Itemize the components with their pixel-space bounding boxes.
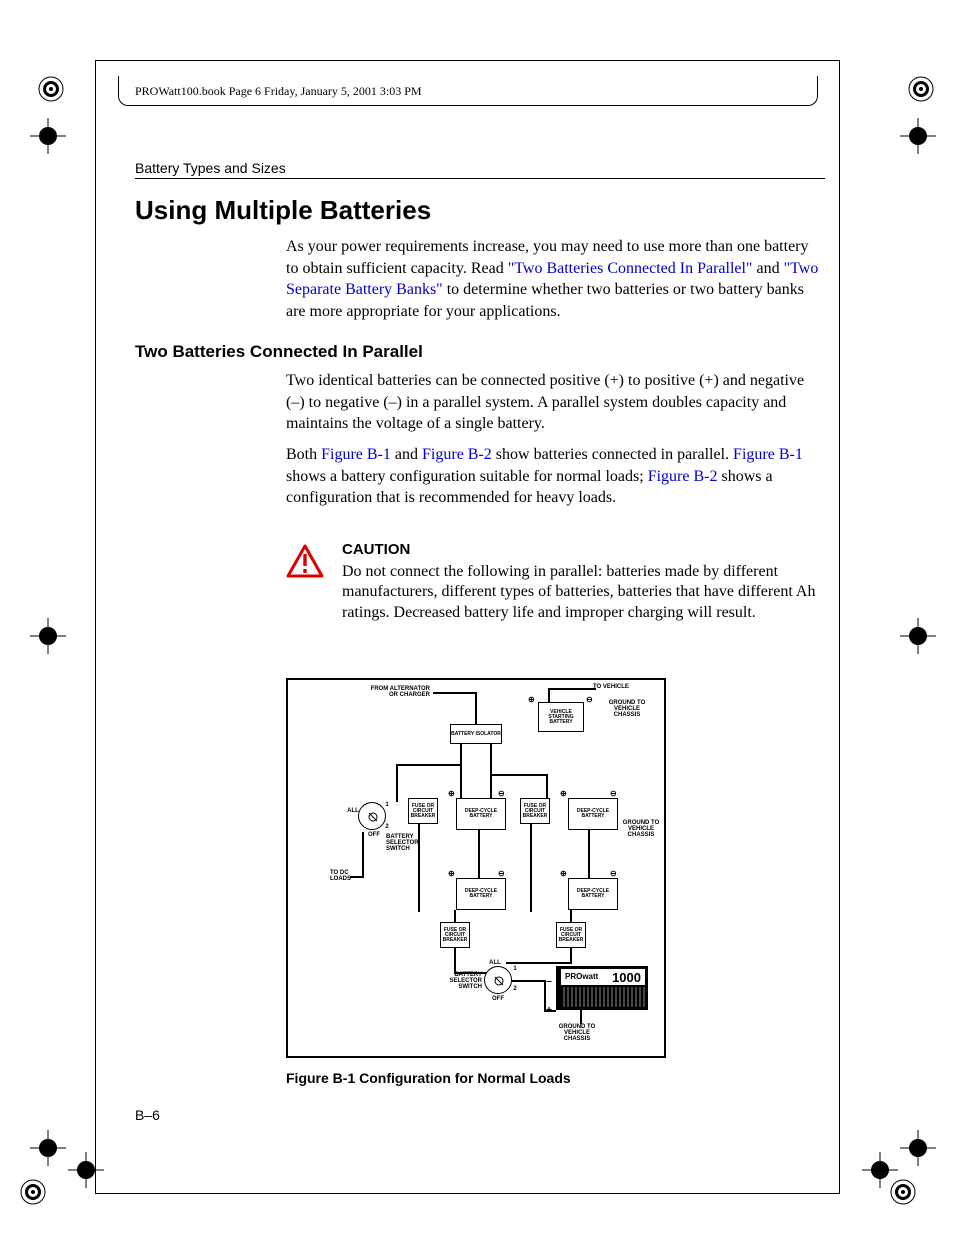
- text: and: [391, 446, 422, 463]
- reg-mark-icon: [20, 1179, 46, 1205]
- cross-icon: [30, 1130, 66, 1166]
- label-two: 2: [512, 986, 518, 992]
- label-battery-selector: BATTERY SELECTOR SWITCH: [444, 972, 482, 990]
- page-number: B–6: [135, 1107, 160, 1123]
- figure-caption: Figure B-1 Configuration for Normal Load…: [286, 1070, 571, 1086]
- link-figure-b2[interactable]: Figure B-2: [648, 468, 718, 485]
- label-off: OFF: [490, 996, 506, 1002]
- label-prowatt: PROwatt: [565, 973, 598, 981]
- text: show batteries connected in parallel.: [492, 446, 733, 463]
- text: shows a battery configuration suitable f…: [286, 468, 648, 485]
- label-one: 1: [384, 802, 390, 808]
- running-head: Battery Types and Sizes: [135, 160, 286, 176]
- caution-body: Do not connect the following in parallel…: [342, 562, 824, 624]
- box-vehicle-starting-battery: VEHICLE STARTING BATTERY: [538, 702, 584, 732]
- box-deep-cycle: DEEP-CYCLE BATTERY: [456, 878, 506, 910]
- heading-1: Using Multiple Batteries: [135, 195, 431, 226]
- cross-icon: [862, 1152, 898, 1188]
- divider: [135, 178, 825, 179]
- reg-mark-icon: [908, 76, 934, 102]
- battery-selector-switch: [484, 966, 512, 994]
- cross-icon: [68, 1152, 104, 1188]
- caution-text: CAUTION Do not connect the following in …: [342, 540, 824, 624]
- cross-icon: [900, 618, 936, 654]
- link-two-batteries[interactable]: "Two Batteries Connected In Parallel": [508, 260, 753, 277]
- reg-mark-icon: [38, 76, 64, 102]
- label-one: 1: [512, 966, 518, 972]
- paragraph-3: Both Figure B-1 and Figure B-2 show batt…: [286, 444, 824, 509]
- label-model: 1000: [612, 971, 641, 984]
- reg-mark-icon: [890, 1179, 916, 1205]
- box-deep-cycle: DEEP-CYCLE BATTERY: [456, 798, 506, 830]
- label-all: ALL: [346, 808, 360, 814]
- box-fuse: FUSE OR CIRCUIT BREAKER: [408, 798, 438, 824]
- label-to-vehicle: TO VEHICLE: [593, 684, 643, 690]
- cross-icon: [900, 1130, 936, 1166]
- box-fuse: FUSE OR CIRCUIT BREAKER: [556, 922, 586, 948]
- cross-icon: [30, 618, 66, 654]
- box-fuse: FUSE OR CIRCUIT BREAKER: [440, 922, 470, 948]
- caution-icon: [286, 540, 324, 583]
- label-off: OFF: [366, 832, 382, 838]
- text: and: [752, 260, 783, 277]
- link-figure-b2[interactable]: Figure B-2: [422, 446, 492, 463]
- box-fuse: FUSE OR CIRCUIT BREAKER: [520, 798, 550, 824]
- caution-block: CAUTION Do not connect the following in …: [286, 540, 824, 624]
- caution-title: CAUTION: [342, 540, 824, 560]
- cross-icon: [30, 118, 66, 154]
- cross-icon: [900, 118, 936, 154]
- label-ground-chassis: GROUND TO VEHICLE CHASSIS: [556, 1024, 598, 1042]
- battery-selector-switch: [358, 802, 386, 830]
- prowatt-inverter: PROwatt 1000: [556, 966, 648, 1010]
- label-all: ALL: [488, 960, 502, 966]
- label-two: 2: [384, 824, 390, 830]
- paragraph-2: Two identical batteries can be connected…: [286, 370, 824, 435]
- page-header-text: PROWatt100.book Page 6 Friday, January 5…: [135, 84, 422, 99]
- label-ground-chassis: GROUND TO VEHICLE CHASSIS: [620, 820, 662, 838]
- label-ground-chassis: GROUND TO VEHICLE CHASSIS: [606, 700, 648, 718]
- label-from-alternator: FROM ALTERNATOR OR CHARGER: [370, 686, 430, 698]
- paragraph-1: As your power requirements increase, you…: [286, 236, 824, 322]
- heading-2: Two Batteries Connected In Parallel: [135, 342, 423, 362]
- figure-b1-diagram: FROM ALTERNATOR OR CHARGER TO VEHICLE BA…: [286, 678, 666, 1058]
- text: Both: [286, 446, 321, 463]
- box-deep-cycle: DEEP-CYCLE BATTERY: [568, 798, 618, 830]
- link-figure-b1[interactable]: Figure B-1: [733, 446, 803, 463]
- box-battery-isolator: BATTERY ISOLATOR: [450, 724, 502, 744]
- box-deep-cycle: DEEP-CYCLE BATTERY: [568, 878, 618, 910]
- link-figure-b1[interactable]: Figure B-1: [321, 446, 391, 463]
